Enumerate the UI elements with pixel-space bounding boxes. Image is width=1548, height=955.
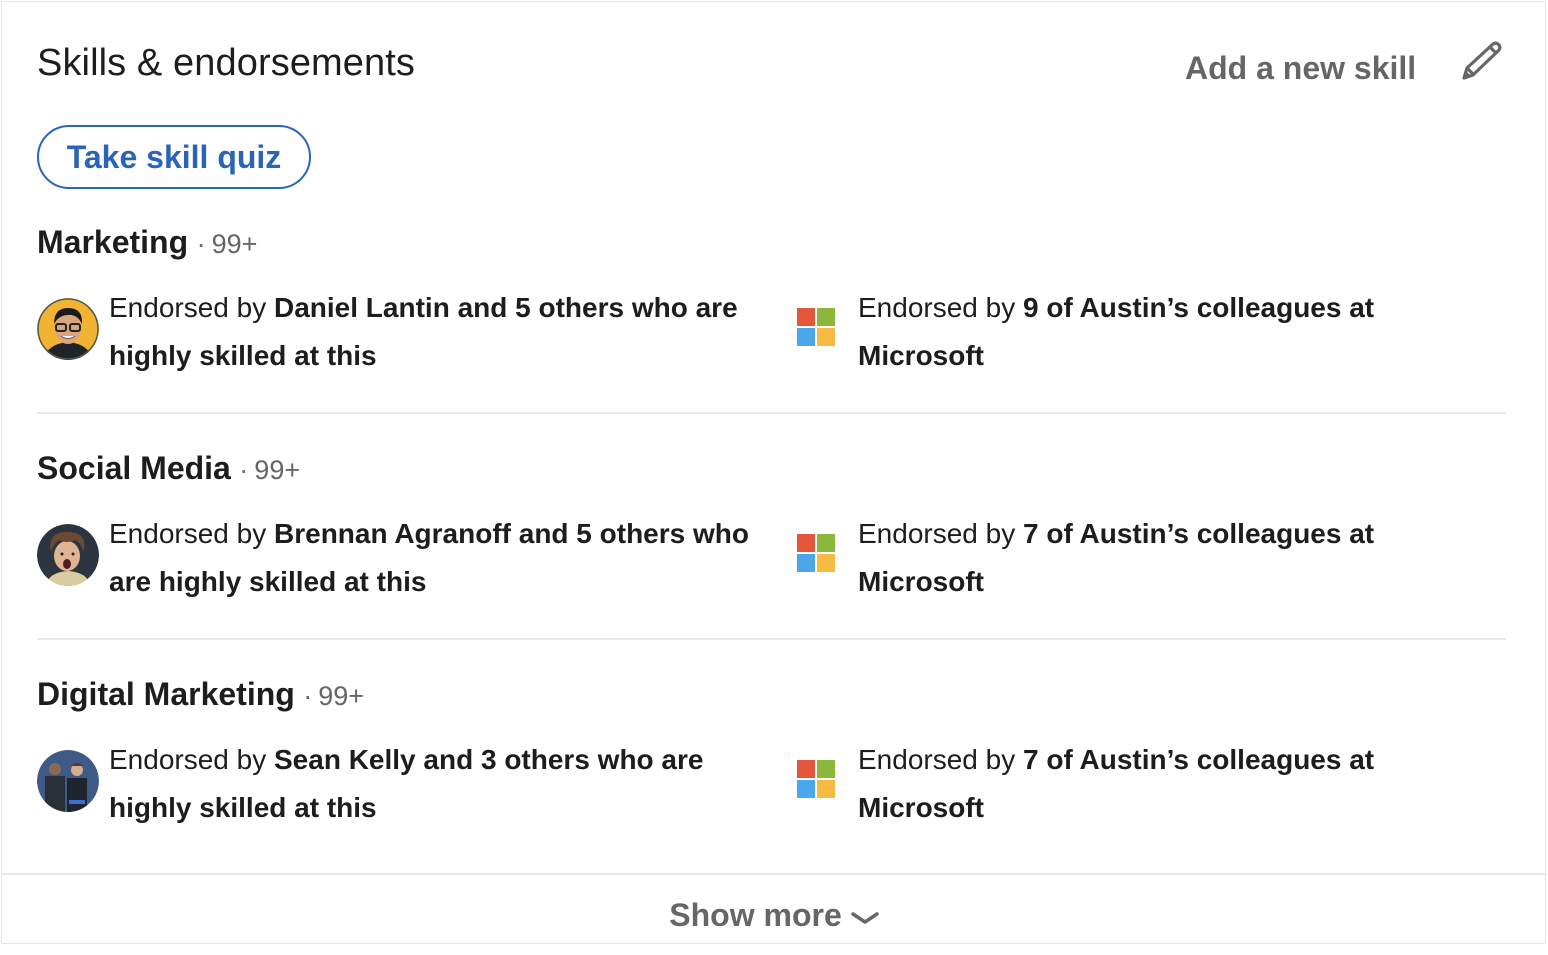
endorsement-count-value: 99+ <box>211 229 258 259</box>
avatar[interactable] <box>37 298 99 360</box>
endorsement-prefix: Endorsed by <box>109 744 274 775</box>
endorsement-count-value: 99+ <box>254 455 301 485</box>
avatar[interactable] <box>37 524 99 586</box>
show-more-button[interactable]: Show more <box>2 875 1547 945</box>
skills-endorsements-card: Skills & endorsements Add a new skill Ta… <box>1 1 1547 945</box>
endorsement-prefix: Endorsed by <box>109 518 274 549</box>
endorsement-text: Endorsed by 7 of Austin’s colleagues at … <box>858 736 1395 832</box>
skill-header: Digital Marketing · 99+ <box>37 676 364 713</box>
section-title: Skills & endorsements <box>37 42 416 84</box>
skill-header: Marketing · 99+ <box>37 224 257 261</box>
skill-name[interactable]: Digital Marketing <box>37 676 295 712</box>
endorsement-prefix: Endorsed by <box>858 744 1023 775</box>
show-more-label: Show more <box>669 897 842 933</box>
skill-header: Social Media · 99+ <box>37 450 300 487</box>
endorsement-count[interactable]: · 99+ <box>303 681 364 711</box>
take-skill-quiz-button[interactable]: Take skill quiz <box>37 125 311 189</box>
pencil-icon[interactable] <box>1458 40 1506 84</box>
separator-dot: · <box>196 229 206 259</box>
endorsement-text: Endorsed by Daniel Lantin and 5 others w… <box>109 284 767 380</box>
endorsement-count[interactable]: · 99+ <box>197 229 258 259</box>
microsoft-logo-icon <box>797 534 835 572</box>
endorsement-text: Endorsed by 9 of Austin’s colleagues at … <box>858 284 1395 380</box>
endorsement-prefix: Endorsed by <box>858 292 1023 323</box>
chevron-down-icon <box>850 875 880 955</box>
divider <box>37 638 1506 640</box>
microsoft-logo-icon <box>797 760 835 798</box>
endorsement-prefix: Endorsed by <box>109 292 274 323</box>
microsoft-logo-icon <box>797 308 835 346</box>
endorsement-count[interactable]: · 99+ <box>239 455 300 485</box>
endorsement-text: Endorsed by 7 of Austin’s colleagues at … <box>858 510 1395 606</box>
endorsement-prefix: Endorsed by <box>858 518 1023 549</box>
separator-dot: · <box>239 455 249 485</box>
endorsement-count-value: 99+ <box>318 681 365 711</box>
endorsement-text: Endorsed by Sean Kelly and 3 others who … <box>109 736 767 832</box>
avatar[interactable] <box>37 750 99 812</box>
skill-name[interactable]: Social Media <box>37 450 231 486</box>
skill-name[interactable]: Marketing <box>37 224 188 260</box>
separator-dot: · <box>303 681 313 711</box>
endorsement-text: Endorsed by Brennan Agranoff and 5 other… <box>109 510 767 606</box>
divider <box>37 412 1506 414</box>
add-new-skill-link[interactable]: Add a new skill <box>1185 50 1416 87</box>
